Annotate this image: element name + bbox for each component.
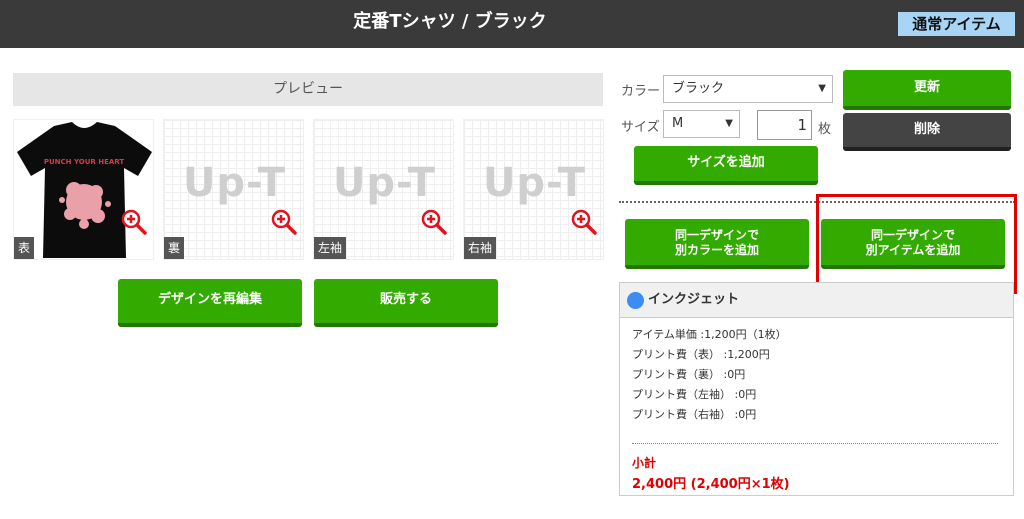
- tshirt-print-text: PUNCH YOUR HEART: [44, 158, 125, 166]
- inkjet-title: インクジェット: [648, 292, 740, 307]
- thumbnail-right-sleeve[interactable]: Up-T 右袖: [463, 119, 604, 260]
- subtotal-label: 小計: [632, 456, 657, 470]
- zoom-in-icon[interactable]: [571, 209, 597, 235]
- size-select[interactable]: M ▼: [663, 110, 740, 138]
- chevron-down-icon: ▼: [725, 118, 733, 129]
- price-line: アイテム単価 :1,200円（1枚）: [632, 328, 787, 341]
- inkjet-price-panel: インクジェット アイテム単価 :1,200円（1枚） プリント費（表） :1,2…: [619, 282, 1014, 496]
- color-select-value: ブラック: [672, 81, 725, 96]
- watermark-logo: Up-T: [332, 160, 437, 206]
- thumbnail-label-right-sleeve: 右袖: [464, 237, 497, 259]
- delete-button[interactable]: 削除: [843, 113, 1011, 151]
- inkjet-header: インクジェット: [620, 283, 1013, 318]
- header-bar: 定番Tシャツ / ブラック 通常アイテム: [0, 0, 1024, 48]
- zoom-in-icon[interactable]: [121, 209, 147, 235]
- chevron-down-icon: ▼: [818, 83, 826, 94]
- preview-heading: プレビュー: [13, 73, 603, 106]
- subtotal-value: 2,400円 (2,400円×1枚): [632, 477, 790, 492]
- thumbnail-label-left-sleeve: 左袖: [314, 237, 347, 259]
- thumbnail-back[interactable]: Up-T 裏: [163, 119, 304, 260]
- price-line: プリント費（右袖） :0円: [632, 408, 757, 421]
- price-line: プリント費（左袖） :0円: [632, 388, 757, 401]
- update-button[interactable]: 更新: [843, 70, 1011, 110]
- thumbnail-label-front: 表: [14, 237, 35, 259]
- add-other-color-button[interactable]: 同一デザインで 別カラーを追加: [625, 219, 809, 269]
- watermark-logo: Up-T: [482, 160, 587, 206]
- circle-icon: [627, 292, 644, 309]
- watermark-logo: Up-T: [182, 160, 287, 206]
- price-line: プリント費（裏） :0円: [632, 368, 746, 381]
- size-select-value: M: [672, 116, 684, 131]
- sell-button[interactable]: 販売する: [314, 279, 498, 327]
- color-select[interactable]: ブラック ▼: [663, 75, 833, 103]
- add-other-color-line2: 別カラーを追加: [674, 243, 759, 257]
- thumbnail-left-sleeve[interactable]: Up-T 左袖: [313, 119, 454, 260]
- zoom-in-icon[interactable]: [421, 209, 447, 235]
- thumbnail-front[interactable]: PUNCH YOUR HEART 表: [13, 119, 154, 260]
- price-line: プリント費（表） :1,200円: [632, 348, 770, 361]
- quantity-input[interactable]: 1: [757, 110, 812, 140]
- tshirt-image: PUNCH YOUR HEART: [17, 122, 152, 258]
- page-title: 定番Tシャツ / ブラック: [353, 11, 547, 32]
- thumbnail-label-back: 裏: [164, 237, 185, 259]
- redesign-button[interactable]: デザインを再編集: [118, 279, 302, 327]
- size-label: サイズ: [621, 120, 660, 135]
- add-size-button[interactable]: サイズを追加: [634, 146, 818, 185]
- color-label: カラー: [621, 84, 661, 99]
- highlight-box: [816, 194, 1017, 294]
- zoom-in-icon[interactable]: [271, 209, 297, 235]
- quantity-unit: 枚: [818, 122, 832, 137]
- item-type-badge: 通常アイテム: [898, 12, 1015, 36]
- divider: [632, 443, 998, 444]
- add-other-color-line1: 同一デザインで: [674, 228, 759, 242]
